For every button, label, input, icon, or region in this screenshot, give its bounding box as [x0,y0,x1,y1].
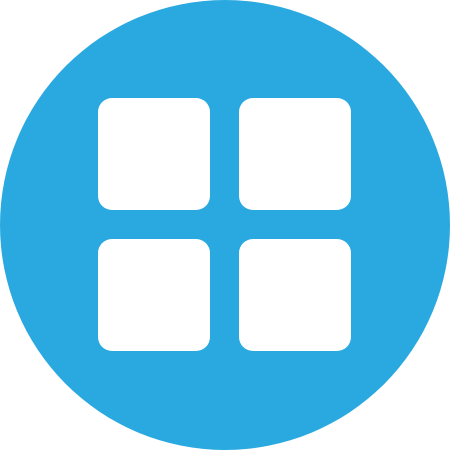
circle-background [0,0,450,450]
grid-tile-top-right [239,98,351,210]
grid-tile-top-left [98,98,210,210]
grid-tile-bottom-left [98,239,210,351]
grid-tile-bottom-right [239,239,351,351]
grid-apps-icon[interactable] [0,0,450,450]
